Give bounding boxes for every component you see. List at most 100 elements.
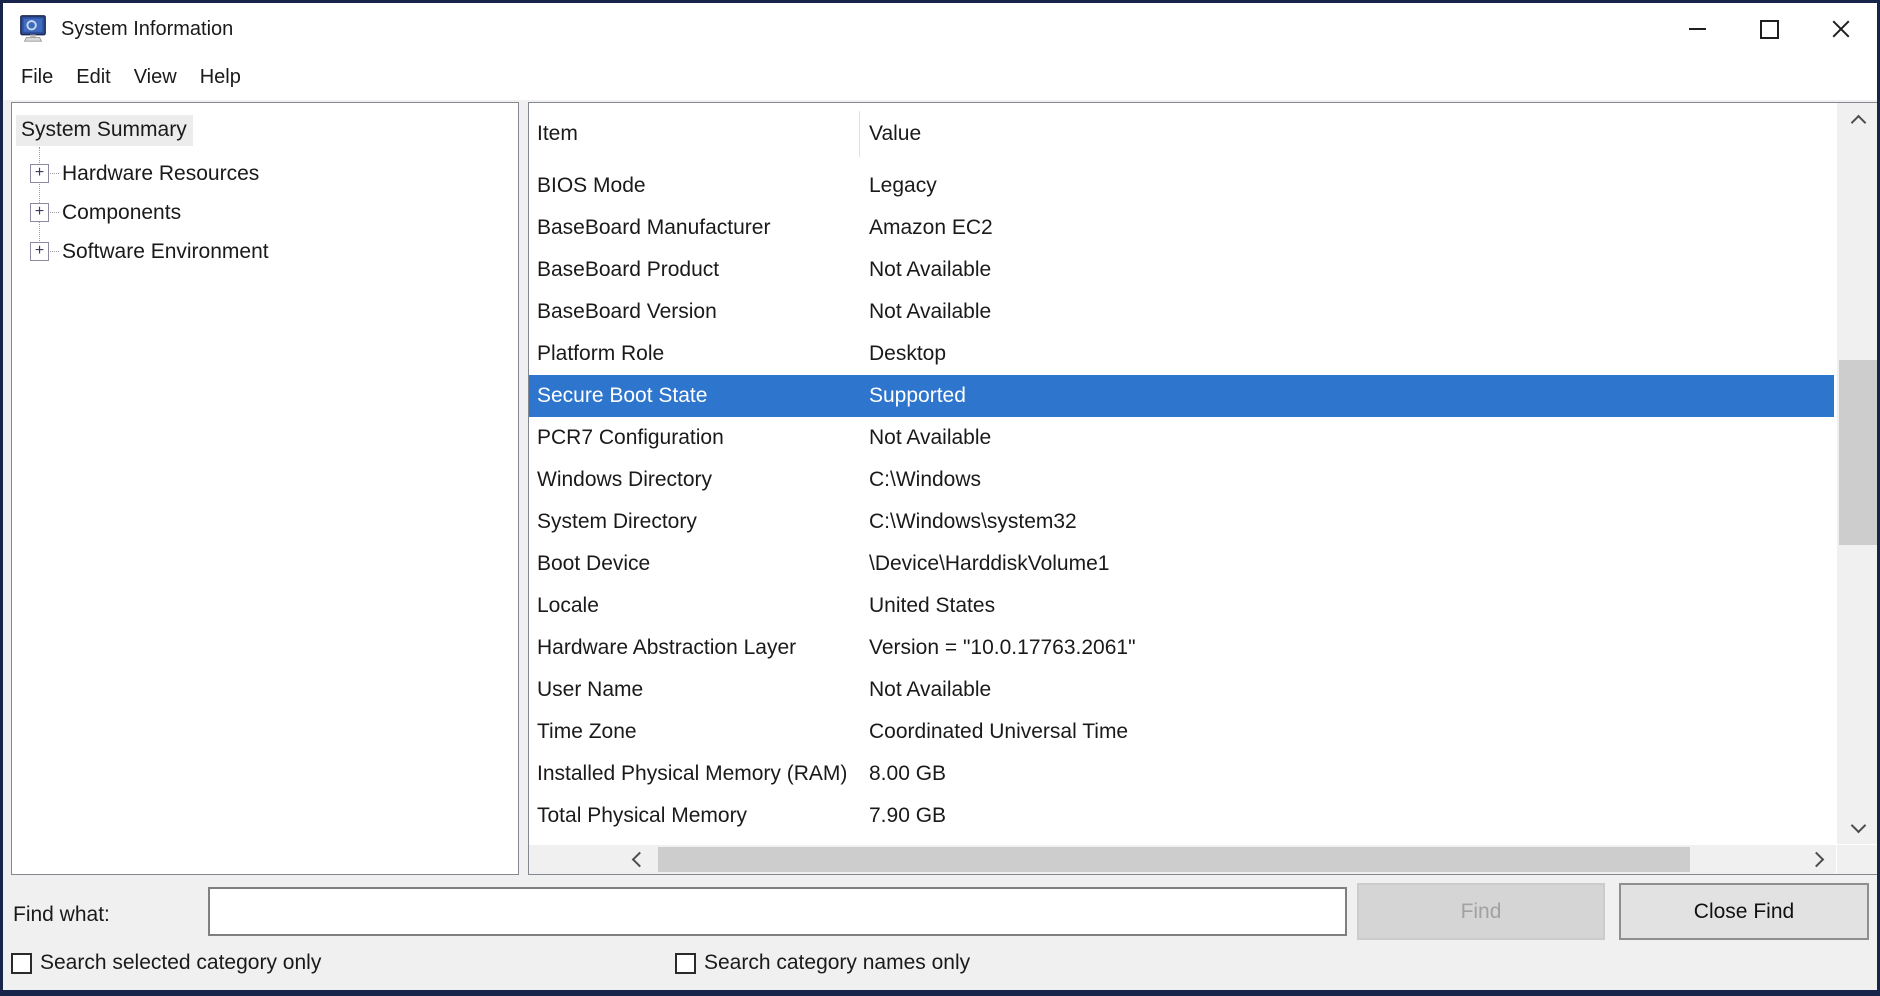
window-controls — [1661, 3, 1877, 55]
chevron-down-icon — [1850, 817, 1866, 833]
details-row[interactable]: Time ZoneCoordinated Universal Time — [529, 711, 1834, 753]
value-cell: \Device\HarddiskVolume1 — [869, 552, 1109, 576]
details-row[interactable]: Installed Physical Memory (RAM)8.00 GB — [529, 753, 1834, 795]
value-cell: Desktop — [869, 342, 946, 366]
value-cell: C:\Windows\system32 — [869, 510, 1077, 534]
item-cell: Boot Device — [529, 552, 869, 576]
scrollbar-corner — [1837, 845, 1879, 874]
close-button[interactable] — [1805, 3, 1877, 55]
tree-item-hardware-resources[interactable]: Hardware Resources — [12, 154, 259, 193]
item-cell: User Name — [529, 678, 869, 702]
value-cell: Not Available — [869, 678, 991, 702]
item-cell: BaseBoard Version — [529, 300, 869, 324]
tree-item-label: System Summary — [16, 115, 193, 146]
value-cell: United States — [869, 594, 995, 618]
column-header-value[interactable]: Value — [869, 122, 921, 146]
details-row[interactable]: Platform RoleDesktop — [529, 333, 1834, 375]
details-pane: Item Value BIOS ModeLegacyBaseBoard Manu… — [528, 102, 1880, 875]
search-category-names-checkbox[interactable] — [675, 953, 696, 974]
tree-item-system-summary[interactable]: System Summary — [16, 113, 193, 147]
menu-help[interactable]: Help — [198, 64, 243, 91]
details-row[interactable]: User NameNot Available — [529, 669, 1834, 711]
checkbox-label: Search category names only — [704, 951, 970, 975]
details-row[interactable]: BaseBoard ProductNot Available — [529, 249, 1834, 291]
menu-file[interactable]: File — [19, 64, 55, 91]
value-cell: 8.00 GB — [869, 762, 946, 786]
vertical-scrollbar[interactable] — [1837, 103, 1879, 844]
title-bar: System Information — [3, 3, 1877, 55]
tree-item-label: Software Environment — [62, 240, 269, 264]
details-rows: BIOS ModeLegacyBaseBoard ManufacturerAma… — [529, 165, 1834, 837]
details-row[interactable]: System DirectoryC:\Windows\system32 — [529, 501, 1834, 543]
value-cell: Coordinated Universal Time — [869, 720, 1128, 744]
column-header-item[interactable]: Item — [537, 122, 578, 146]
details-row[interactable]: BaseBoard ManufacturerAmazon EC2 — [529, 207, 1834, 249]
column-divider[interactable] — [859, 111, 860, 157]
value-cell: Version = "10.0.17763.2061" — [869, 636, 1136, 660]
vertical-scrollbar-thumb[interactable] — [1839, 360, 1877, 545]
search-selected-category-checkbox[interactable] — [11, 953, 32, 974]
scroll-right-button[interactable] — [1800, 845, 1832, 874]
tree-connector-dash — [50, 212, 59, 213]
chevron-right-icon — [1808, 852, 1824, 868]
details-row[interactable]: Secure Boot StateSupported — [529, 375, 1834, 417]
menu-bar: File Edit View Help — [3, 55, 1877, 100]
menu-view[interactable]: View — [132, 64, 179, 91]
tree-item-software-environment[interactable]: Software Environment — [12, 232, 269, 271]
details-row[interactable]: LocaleUnited States — [529, 585, 1834, 627]
tree-item-components[interactable]: Components — [12, 193, 181, 232]
item-cell: System Directory — [529, 510, 869, 534]
details-row[interactable]: BaseBoard VersionNot Available — [529, 291, 1834, 333]
system-information-window: System Information File Edit View Help S… — [0, 0, 1880, 996]
details-row[interactable]: Windows DirectoryC:\Windows — [529, 459, 1834, 501]
item-cell: BIOS Mode — [529, 174, 869, 198]
item-cell: Windows Directory — [529, 468, 869, 492]
menu-edit[interactable]: Edit — [74, 64, 112, 91]
find-what-label: Find what: — [13, 903, 110, 927]
details-row[interactable]: Boot Device\Device\HarddiskVolume1 — [529, 543, 1834, 585]
item-cell: BaseBoard Product — [529, 258, 869, 282]
item-cell: Installed Physical Memory (RAM) — [529, 762, 869, 786]
system-info-monitor-icon — [18, 14, 48, 44]
value-cell: Not Available — [869, 426, 991, 450]
scroll-down-button[interactable] — [1837, 808, 1879, 842]
item-cell: Hardware Abstraction Layer — [529, 636, 869, 660]
close-find-button[interactable]: Close Find — [1619, 883, 1869, 940]
maximize-button[interactable] — [1733, 3, 1805, 55]
item-cell: Platform Role — [529, 342, 869, 366]
value-cell: Supported — [869, 384, 966, 408]
value-cell: Not Available — [869, 300, 991, 324]
expand-plus-icon[interactable] — [30, 203, 49, 222]
value-cell: Amazon EC2 — [869, 216, 993, 240]
category-tree-pane: System Summary Hardware Resources Compon… — [11, 102, 519, 875]
details-row[interactable]: Total Physical Memory7.90 GB — [529, 795, 1834, 837]
find-input[interactable] — [208, 887, 1347, 936]
tree-connector-dash — [50, 173, 59, 174]
value-cell: Legacy — [869, 174, 937, 198]
horizontal-scrollbar-thumb[interactable] — [658, 847, 1690, 872]
window-title: System Information — [61, 18, 233, 41]
details-row[interactable]: BIOS ModeLegacy — [529, 165, 1834, 207]
minimize-button[interactable] — [1661, 3, 1733, 55]
value-cell: 7.90 GB — [869, 804, 946, 828]
details-row[interactable]: PCR7 ConfigurationNot Available — [529, 417, 1834, 459]
scroll-left-button[interactable] — [623, 845, 655, 874]
horizontal-scrollbar[interactable] — [529, 845, 1836, 874]
value-cell: Not Available — [869, 258, 991, 282]
search-category-names-option: Search category names only — [675, 948, 970, 978]
details-header: Item Value — [529, 103, 1836, 165]
expand-plus-icon[interactable] — [30, 242, 49, 261]
close-icon — [1831, 19, 1851, 39]
scroll-up-button[interactable] — [1837, 105, 1879, 139]
checkbox-label: Search selected category only — [40, 951, 321, 975]
details-row[interactable]: Hardware Abstraction LayerVersion = "10.… — [529, 627, 1834, 669]
item-cell: PCR7 Configuration — [529, 426, 869, 450]
maximize-icon — [1760, 20, 1779, 39]
expand-plus-icon[interactable] — [30, 164, 49, 183]
item-cell: Secure Boot State — [529, 384, 869, 408]
tree-item-label: Components — [62, 201, 181, 225]
item-cell: BaseBoard Manufacturer — [529, 216, 869, 240]
find-button[interactable]: Find — [1357, 883, 1605, 940]
tree-item-label: Hardware Resources — [62, 162, 259, 186]
chevron-left-icon — [631, 852, 647, 868]
